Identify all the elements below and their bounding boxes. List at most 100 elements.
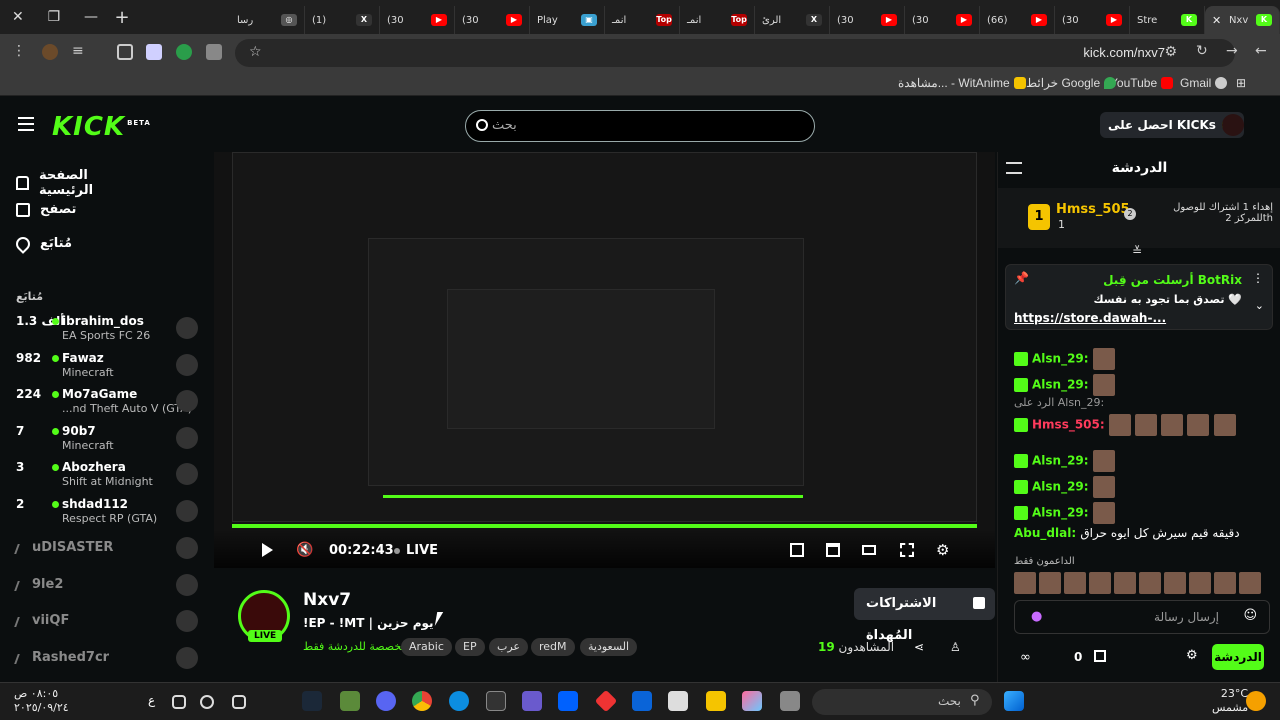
reload-icon[interactable]: ↻ — [1196, 43, 1208, 59]
expand-pinned-icon[interactable]: ⌄ — [1255, 299, 1264, 312]
followed-channel-live[interactable]: 2 shdad112 Respect RP (GTA) — [0, 497, 210, 533]
taskbar-search[interactable]: بحث ⚲ — [812, 689, 992, 715]
forward-icon[interactable]: → — [1226, 43, 1238, 59]
chat-username[interactable]: Hmss_505: — [1032, 418, 1105, 432]
windows-start-icon[interactable] — [1004, 691, 1024, 711]
shield-extension-icon[interactable] — [206, 44, 222, 60]
live-indicator[interactable]: LIVE — [394, 543, 438, 558]
minimize-window-icon[interactable]: — — [84, 9, 98, 25]
chat-username[interactable]: Alsn_29: — [1032, 454, 1089, 468]
followed-channel-live[interactable]: 7 90b7 Minecraft — [0, 424, 210, 460]
kick-logo[interactable]: KICK BETA — [52, 112, 151, 142]
epic-games-app-icon[interactable] — [486, 691, 506, 711]
emoji-icon[interactable]: ☺ — [1243, 608, 1257, 623]
mic-tray-icon[interactable] — [172, 695, 186, 709]
chat-input[interactable]: ● إرسال رسالة ☺ — [1014, 600, 1270, 634]
tag-redm[interactable]: redM — [531, 638, 575, 656]
edge-app-icon[interactable] — [449, 691, 469, 711]
restore-window-icon[interactable]: ❐ — [48, 9, 61, 25]
browser-tab[interactable]: K Nxv ✕ — [1205, 6, 1280, 34]
followed-channel-offline[interactable]: 9le2 — [0, 571, 210, 607]
site-settings-icon[interactable]: ⚙ — [1164, 44, 1177, 60]
file-explorer-icon[interactable] — [706, 691, 726, 711]
close-window-icon[interactable]: ✕ — [12, 9, 24, 25]
supporter-avatar[interactable] — [1089, 572, 1111, 594]
browser-tab[interactable]: K Stre — [1130, 6, 1205, 34]
close-tab-icon[interactable]: ✕ — [1212, 14, 1221, 27]
tag-saudi[interactable]: السعودية — [580, 638, 638, 656]
back-icon[interactable]: ← — [1255, 43, 1267, 59]
store-app-icon[interactable] — [668, 691, 688, 711]
pinned-link[interactable]: https://store.dawah-... — [1014, 311, 1166, 325]
browser-tab[interactable]: ▣ Play — [530, 6, 605, 34]
followed-channel-offline[interactable]: uDISASTER — [0, 534, 210, 570]
pip-icon[interactable] — [790, 543, 804, 557]
followed-channel-live[interactable]: 1.3 ألفibrahim_dosEA Sports FC 26 — [0, 314, 210, 350]
language-indicator[interactable]: ع — [148, 693, 155, 707]
supporter-avatar[interactable] — [1189, 572, 1211, 594]
extensions-icon[interactable] — [117, 44, 133, 60]
mute-icon[interactable]: 🔇 — [296, 543, 313, 557]
sidebar-item-following[interactable]: مُتابَع — [13, 233, 136, 254]
tag-arabic[interactable]: Arabic — [401, 638, 452, 656]
app-icon[interactable] — [340, 691, 360, 711]
chat-message[interactable]: Abu_dlal: دقيقه قيم سيرش كل ايوه حراق — [1014, 526, 1240, 546]
network-tray-icon[interactable] — [200, 695, 214, 709]
browser-tab[interactable]: ▶ (30 — [380, 6, 455, 34]
bookmark-witanime[interactable]: مشاهدة... - WitAnime — [898, 76, 1026, 90]
battery-tray-icon[interactable] — [232, 695, 246, 709]
discord-app-icon[interactable] — [376, 691, 396, 711]
reply-reference[interactable]: الرد على Alsn_29: — [1014, 396, 1104, 416]
chat-username[interactable]: Alsn_29: — [1032, 506, 1089, 520]
sidebar-item-browse[interactable]: تصفح — [16, 202, 136, 217]
bookmark-youtube[interactable]: YouTube — [1110, 76, 1174, 90]
expand-leaderboard-icon[interactable]: ≚ — [1132, 244, 1142, 258]
pin-icon[interactable]: 📌 — [1014, 271, 1029, 285]
profile-avatar[interactable] — [42, 44, 58, 60]
browser-tab[interactable]: X الرئ — [755, 6, 830, 34]
extension-icon-2[interactable] — [176, 44, 192, 60]
outlook-app-icon[interactable] — [632, 691, 652, 711]
chat-settings-icon[interactable]: ⚙ — [1186, 648, 1198, 663]
browser-tab[interactable]: Top انمـ — [680, 6, 755, 34]
sidebar-item-home[interactable]: الصفحة الرئيسية — [16, 168, 136, 198]
channel-points[interactable]: 0 — [1074, 650, 1082, 664]
weather-widget[interactable]: 23°C مشمس — [1212, 687, 1248, 715]
browser-tab[interactable]: Top انمـ — [605, 6, 680, 34]
send-chat-button[interactable]: الدردشة — [1212, 644, 1264, 670]
task-view-icon[interactable] — [780, 691, 800, 711]
browser-tab[interactable]: ▶ (30 — [830, 6, 905, 34]
hamburger-menu-icon[interactable] — [18, 117, 34, 131]
progress-bar[interactable] — [232, 524, 977, 528]
chat-message[interactable]: Hmss_505: — [1014, 414, 1236, 436]
new-tab-button[interactable]: + — [110, 7, 134, 28]
play-icon[interactable] — [262, 543, 273, 557]
followed-channel-live[interactable]: 982 Fawaz Minecraft — [0, 351, 210, 387]
menu-icon[interactable]: ⋮ — [12, 43, 26, 59]
follow-icon[interactable]: ♙ — [950, 640, 961, 654]
stream-category[interactable]: مخصصة للدردشة فقط — [303, 640, 407, 653]
taskbar-clock[interactable]: ٠٨:٠٥ ص ٢٠٢٥/٠٩/٢٤ — [14, 687, 69, 715]
tab-search-icon[interactable]: ≡ — [72, 43, 84, 59]
search-input[interactable]: بحث — [465, 110, 815, 142]
followed-channel-offline[interactable]: viiQF — [0, 607, 210, 643]
chat-message[interactable]: Alsn_29: — [1014, 348, 1115, 370]
extension-icon-1[interactable] — [146, 44, 162, 60]
dropbox-app-icon[interactable] — [558, 691, 578, 711]
supporter-avatar[interactable] — [1139, 572, 1161, 594]
chat-username[interactable]: Alsn_29: — [1032, 352, 1089, 366]
tag-ep[interactable]: EP — [455, 638, 485, 656]
video-player[interactable]: 🔇 00:22:43 LIVE ⚙ — [214, 152, 995, 568]
app-icon-3[interactable] — [594, 689, 618, 713]
fullscreen-icon[interactable] — [900, 543, 914, 557]
apps-icon[interactable]: ⊞ — [1236, 76, 1246, 90]
chat-message[interactable]: Alsn_29: — [1014, 374, 1115, 396]
gift-subs-button[interactable]: الاشتراكات المُهداة — [854, 588, 995, 643]
supporter-avatar[interactable] — [1014, 572, 1036, 594]
chat-message[interactable]: Alsn_29: — [1014, 502, 1115, 524]
bookmark-gmail[interactable]: Gmail — [1180, 76, 1228, 90]
url-text[interactable]: kick.com/nxv7 — [1083, 45, 1165, 60]
bookmark-star-icon[interactable]: ☆ — [249, 44, 262, 60]
supporter-avatar[interactable] — [1114, 572, 1136, 594]
followed-channel-live[interactable]: 224 Mo7aGame ...nd Theft Auto V (GTA) — [0, 387, 210, 423]
